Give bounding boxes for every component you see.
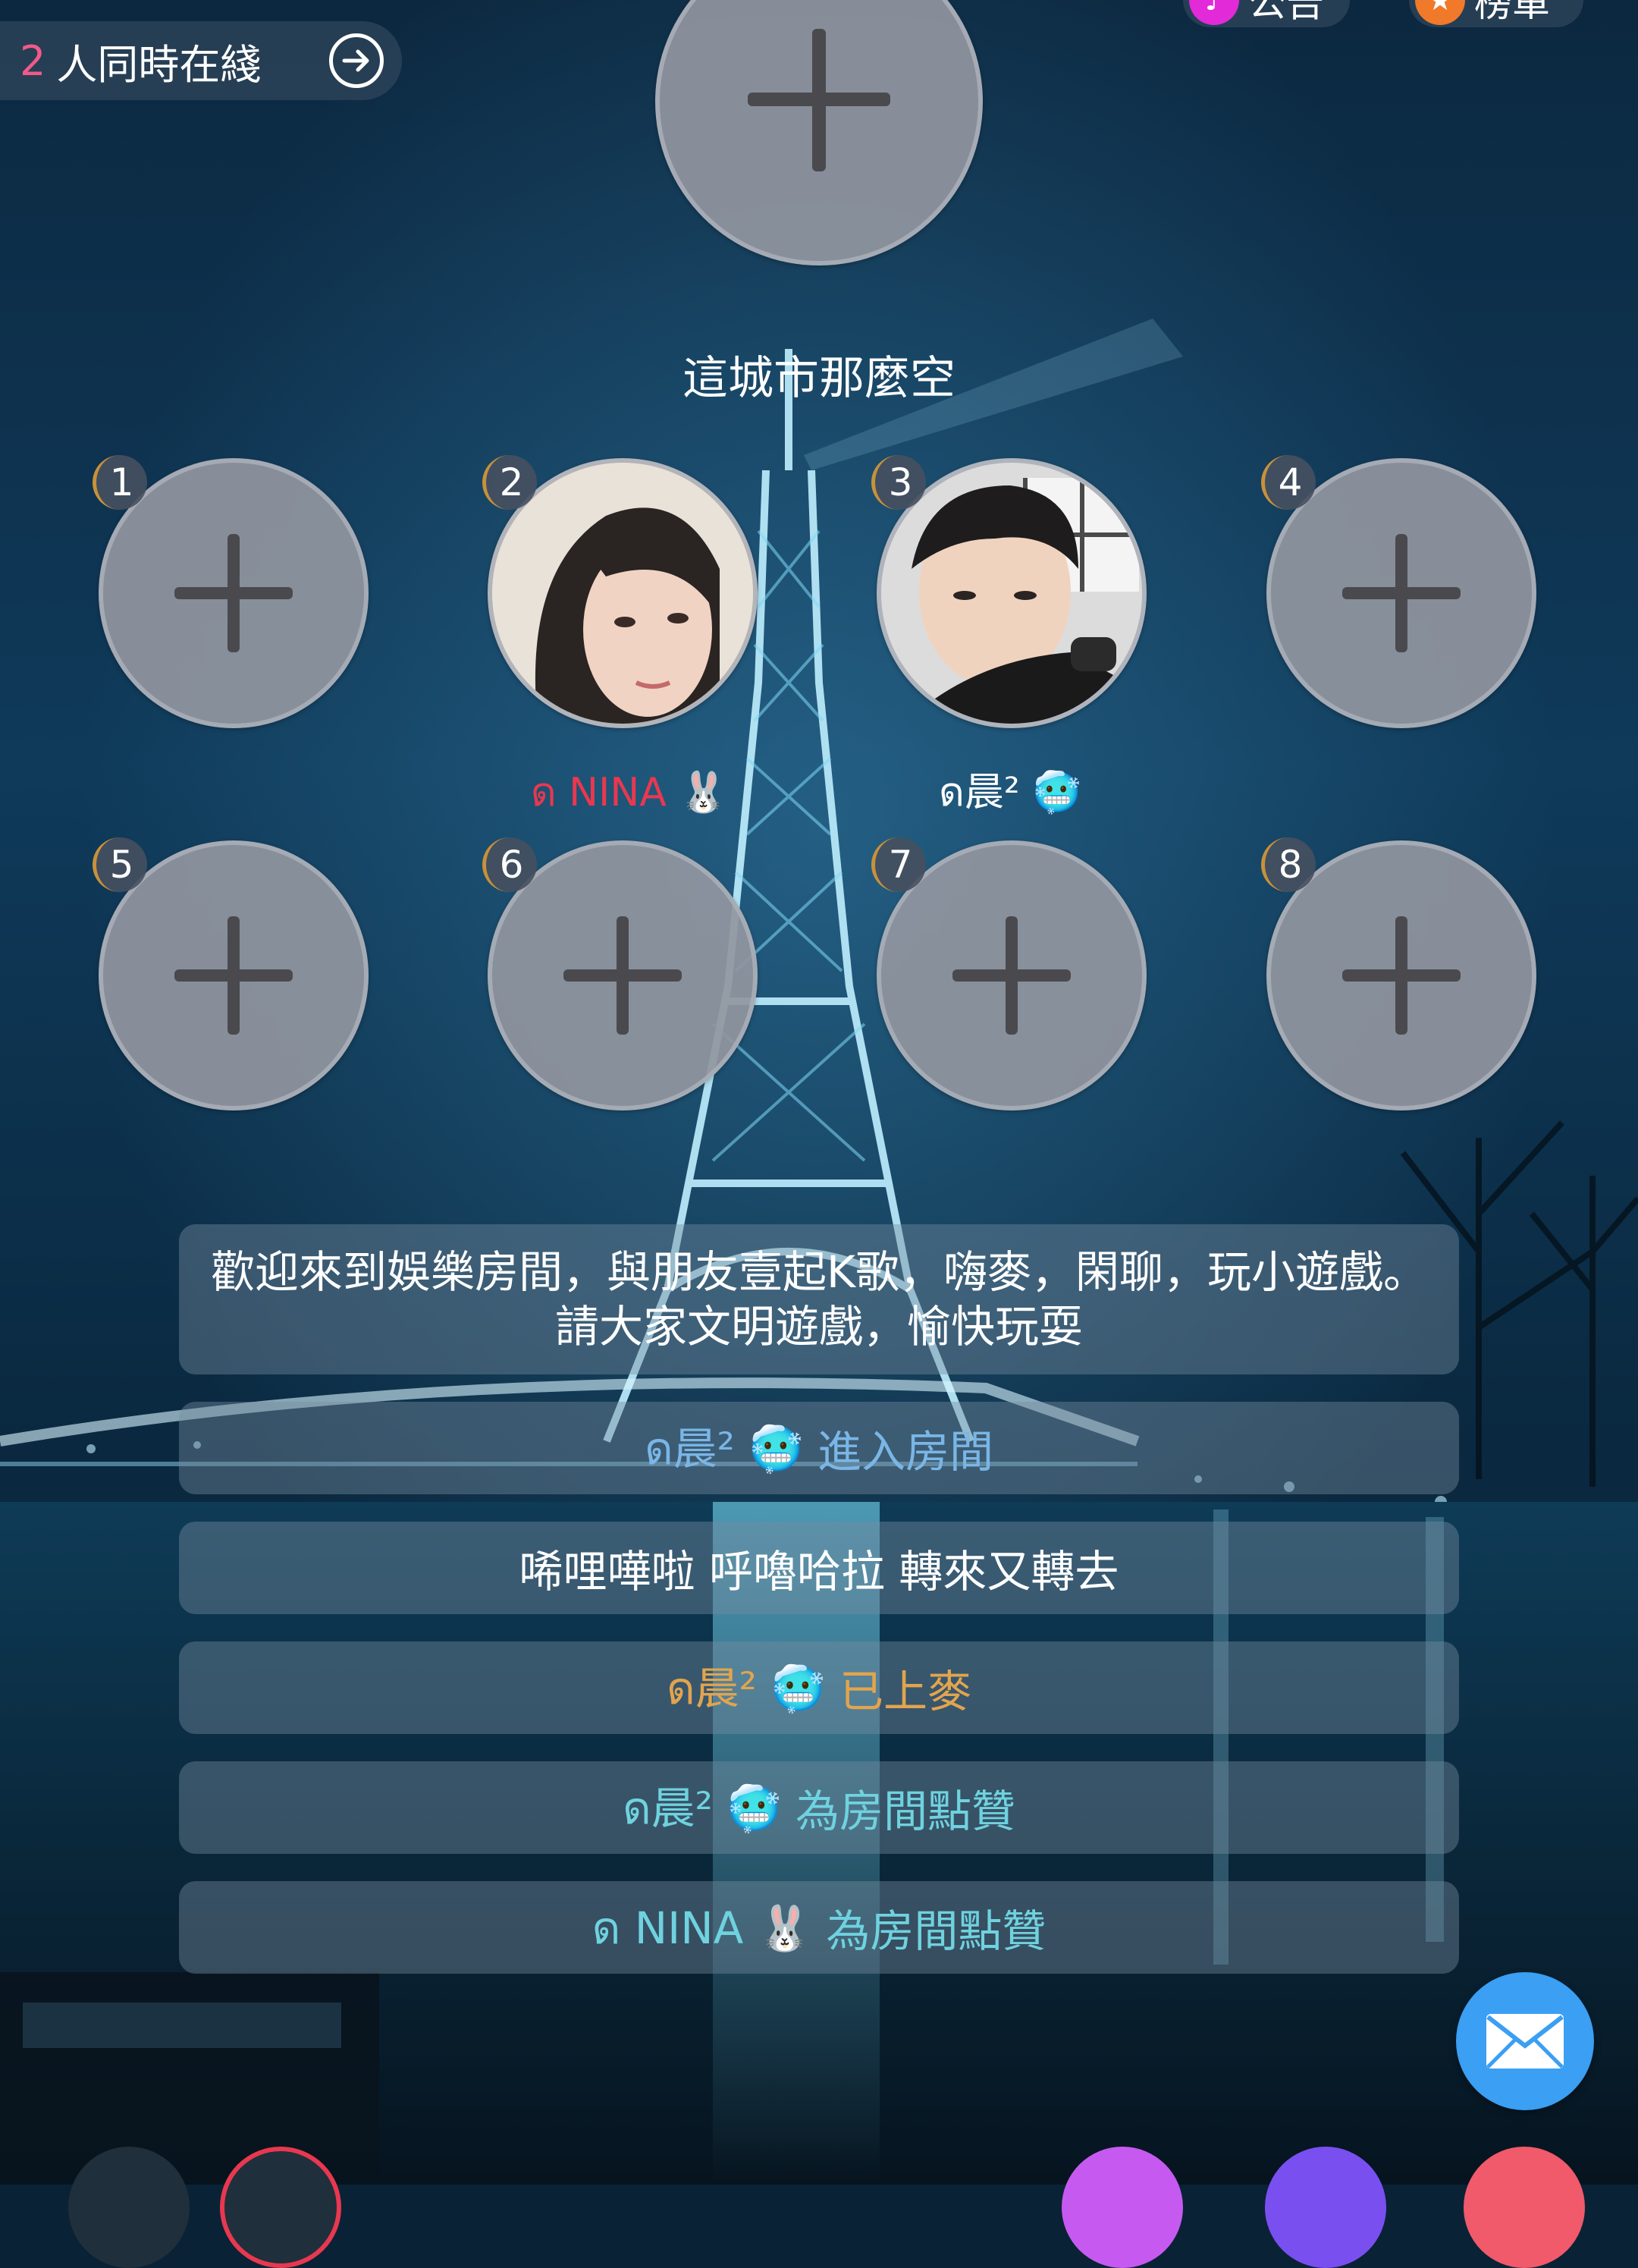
message-text: 已上麥	[839, 1666, 972, 1717]
avatar	[492, 463, 753, 724]
seat-number: 6	[482, 837, 537, 892]
seat-number: 4	[1261, 455, 1316, 510]
message-text: 為房間點贊	[795, 1786, 1016, 1837]
seat-number: 3	[871, 455, 926, 510]
rank-button[interactable]: ★ 榜單	[1409, 0, 1583, 27]
seat-number: 2	[482, 455, 537, 510]
welcome-message: 歡迎來到娛樂房間，與朋友壹起K歌，嗨麥，閑聊，玩小遊戲。請大家文明遊戲，愉快玩耍	[179, 1224, 1459, 1374]
message-user: ด晨² 🥶	[666, 1662, 826, 1714]
message-text: 為房間點贊	[826, 1905, 1046, 1957]
message-user: ด晨² 🥶	[622, 1782, 782, 1834]
bottom-button-2[interactable]	[220, 2147, 341, 2268]
seat-number: 7	[871, 837, 926, 892]
notice-button[interactable]: ♪ 公告	[1183, 0, 1350, 27]
mail-button[interactable]	[1456, 1972, 1594, 2110]
notice-label: 公告	[1248, 0, 1324, 25]
message-text: 進入房間	[817, 1426, 994, 1478]
online-label: 人同時在綫	[56, 40, 262, 89]
bottom-button-1[interactable]	[68, 2147, 190, 2268]
online-count: 2	[20, 36, 46, 85]
seat-number: 1	[93, 455, 147, 510]
welcome-text: 歡迎來到娛樂房間，與朋友壹起K歌，嗨麥，閑聊，玩小遊戲。請大家文明遊戲，愉快玩耍	[210, 1246, 1428, 1352]
rank-icon: ★	[1415, 0, 1465, 25]
message-user: ด晨² 🥶	[644, 1422, 804, 1475]
chat-message: ด晨² 🥶 進入房間	[179, 1402, 1459, 1494]
message-text: 唏哩嘩啦 呼嚕哈拉 轉來又轉去	[519, 1546, 1119, 1597]
chat-message: 唏哩嘩啦 呼嚕哈拉 轉來又轉去	[179, 1522, 1459, 1614]
online-users-pill[interactable]: 2 人同時在綫	[0, 21, 402, 100]
seat-number: 8	[1261, 837, 1316, 892]
room-title: 這城市那麼空	[682, 352, 956, 405]
avatar	[881, 463, 1142, 724]
message-user: ด NINA 🐰	[592, 1902, 812, 1954]
seat-3-name: ด晨² 🥶	[939, 770, 1081, 815]
seat-number: 5	[93, 837, 147, 892]
bottom-button-5[interactable]	[1464, 2147, 1585, 2268]
mail-icon	[1486, 2014, 1564, 2069]
bottom-button-4[interactable]	[1265, 2147, 1386, 2268]
bottom-button-3[interactable]	[1062, 2147, 1183, 2268]
chat-message: ด晨² 🥶 已上麥	[179, 1641, 1459, 1734]
notice-icon: ♪	[1189, 0, 1239, 25]
seat-2-name: ด NINA 🐰	[530, 770, 729, 815]
chat-message: ด NINA 🐰 為房間點贊	[179, 1881, 1459, 1974]
arrow-right-circle-icon[interactable]	[329, 33, 384, 88]
chat-message: ด晨² 🥶 為房間點贊	[179, 1761, 1459, 1854]
rank-label: 榜單	[1474, 0, 1550, 25]
